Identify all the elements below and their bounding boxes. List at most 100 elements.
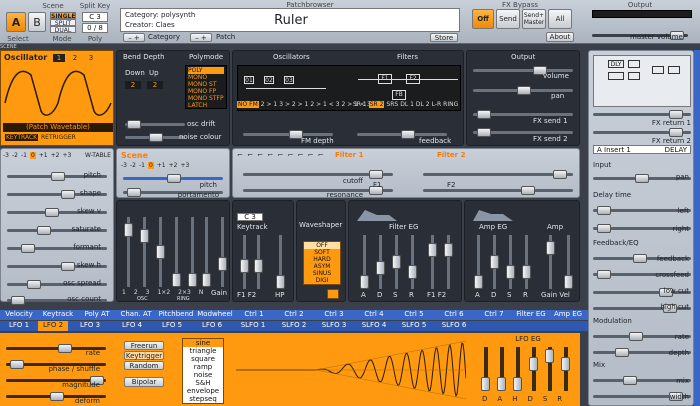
scene-mode-split[interactable]: SPLIT [50,19,76,27]
lfo-random-button[interactable]: Random [124,361,164,370]
mod-source-slfo-1[interactable]: SLFO 1 [232,321,274,331]
scene-pitch-slider[interactable] [123,174,223,183]
mod-source-velocity[interactable]: Velocity [0,310,38,320]
osc-select-1[interactable]: 1 [53,54,65,62]
mixer-ring12-slider[interactable] [172,217,181,287]
mod-source-lfo-3[interactable]: LFO 3 [68,321,112,331]
fm-depth-slider[interactable] [243,130,333,139]
scene-a-button[interactable]: A [6,12,26,32]
mixer-noise-slider[interactable] [202,217,211,287]
polymode-selector[interactable]: POLY MONO MONO ST MONO FP MONO STFP LATC… [185,65,227,109]
lfo-shape-selector[interactable]: sine triangle square ramp noise S&H enve… [182,338,224,404]
mod-source-slfo-5[interactable]: SLFO 5 [394,321,434,331]
mod-source-ctrl-1[interactable]: Ctrl 1 [234,310,274,320]
fx-bypass-off-button[interactable]: Off [472,9,494,29]
keytrack-toggle[interactable]: KEYTRACK [5,134,39,141]
mod-source-amp-eg[interactable]: Amp EG [548,310,588,320]
octave-option[interactable]: 0 [29,152,36,159]
mod-source-slfo-3[interactable]: SLFO 3 [314,321,354,331]
lfo-shape-option[interactable]: S&H [183,379,223,387]
lfo-eg-release-slider[interactable] [561,347,570,391]
filter1-type-icons[interactable]: ⌐ ⌐ ⌐ ⌐ ⌐ ⌐ ⌐ ⌐ ⌐ [237,151,325,159]
lfo-shape-option[interactable]: sine [183,339,223,347]
amp-eg-sustain-slider[interactable] [506,235,515,289]
lfo-shape-option[interactable]: square [183,355,223,363]
waveshaper-curve-icon[interactable] [327,289,339,299]
amp-vel-slider[interactable] [564,235,573,289]
mod-source-lfo-5[interactable]: LFO 5 [152,321,192,331]
scene-b-button[interactable]: B [28,12,46,32]
waveshaper-selector[interactable]: OFF SOFT HARD ASYM SINUS DIGI [303,241,341,285]
category-prev-next[interactable]: – + [123,33,145,42]
filter-eg-decay-slider[interactable] [376,235,385,289]
lfo-keytrigger-button[interactable]: Keytrigger [124,351,164,360]
lfo-bipolar-button[interactable]: Bipolar [124,377,164,387]
osc-routing-option[interactable]: 2 > 1 < 3 [310,101,339,108]
mod-source-slfo-4[interactable]: SLFO 4 [354,321,394,331]
lfo-eg-sustain-slider[interactable] [545,347,554,391]
fx-slot-delay[interactable]: DLY [608,60,624,68]
scene-mode-single[interactable]: SINGLE [50,12,76,20]
mod-source-filter-eg[interactable]: Filter EG [514,310,548,320]
filter-routing-option[interactable]: SR 1 [353,101,367,108]
mod-source-ctrl-2[interactable]: Ctrl 2 [274,310,314,320]
octave-option[interactable]: +2 [51,152,60,159]
amp-eg-release-slider[interactable] [522,235,531,289]
octave-option[interactable]: +3 [181,162,190,169]
osc-select-3[interactable]: 3 [85,54,97,62]
octave-option[interactable]: +3 [63,152,72,159]
patch-prev-next[interactable]: – + [190,33,212,42]
mod-source-ctrl-5[interactable]: Ctrl 5 [394,310,434,320]
osc-routing-option[interactable]: 2 > 1 [261,101,277,108]
mixer-osc3-slider[interactable] [156,217,165,287]
keytrack-f2-slider[interactable] [254,235,263,289]
octave-option[interactable]: +1 [157,162,166,169]
waveshaper-option[interactable]: ASYM [304,263,340,270]
waveshaper-option[interactable]: SOFT [304,249,340,256]
octave-option[interactable]: -2 [130,162,136,169]
polymode-option[interactable]: MONO FP [188,88,224,95]
octave-option[interactable]: -3 [3,152,9,159]
amp-eg-attack-slider[interactable] [474,235,483,289]
osc-type-selector[interactable]: (Patch Wavetable) [3,123,113,132]
waveshaper-option[interactable]: OFF [304,242,340,249]
noise-colour-slider[interactable] [125,133,185,142]
octave-option[interactable]: +1 [39,152,48,159]
fx-bypass-all-button[interactable]: All [548,9,572,29]
mixer-osc1-slider[interactable] [124,217,133,287]
lfo-eg-hold-slider[interactable] [513,347,522,391]
bend-up-value[interactable]: 2 [147,81,163,89]
filter-routing-option[interactable]: RING [443,101,458,108]
mod-source-ctrl-6[interactable]: Ctrl 6 [434,310,474,320]
waveshaper-option[interactable]: DIGI [304,277,340,284]
amp-gain-slider[interactable] [546,235,555,289]
osc-routing-option[interactable]: NO FM [237,101,259,108]
scene-mode-selector[interactable]: SINGLE SPLIT DUAL [50,12,76,34]
mod-source-ctrl-3[interactable]: Ctrl 3 [314,310,354,320]
filter-eg-release-slider[interactable] [408,235,417,289]
polymode-option[interactable]: MONO ST [188,81,224,88]
lfo-shape-option[interactable]: envelope [183,387,223,395]
fx-bypass-send-master-button[interactable]: Send+ Master [522,9,546,29]
store-button[interactable]: Store [430,33,458,42]
lfo-shape-option[interactable]: noise [183,371,223,379]
mod-source-lfo-6[interactable]: LFO 6 [192,321,232,331]
fx-return-1-slider[interactable] [593,110,691,119]
lfo-shape-option[interactable]: ramp [183,363,223,371]
waveshaper-option[interactable]: SINUS [304,270,340,277]
filter-routing-selector[interactable]: SR 1 SR 2 SRS DL 1 DL 2 L-R RING [353,101,458,108]
lfo-eg-decay-slider[interactable] [529,347,538,391]
fx-bypass-send-button[interactable]: Send [496,9,520,29]
octave-option[interactable]: -2 [12,152,18,159]
octave-option[interactable]: -1 [21,152,27,159]
fx-return-2-slider[interactable] [593,128,691,137]
osc-drift-slider[interactable] [125,120,185,129]
patch-display[interactable]: Category: polysynth Creator: Claes Ruler [120,8,460,32]
polymode-option[interactable]: LATCH [188,102,224,109]
hp-slider[interactable] [276,235,285,289]
mod-source-chan-at[interactable]: Chan. AT [116,310,156,320]
mixer-ring23-slider[interactable] [188,217,197,287]
mixer-gain-slider[interactable] [218,217,227,287]
filter2-resonance-slider[interactable] [423,186,573,195]
scene-octave-selector[interactable]: -3 -2 -1 0 +1 +2 +3 [121,162,189,169]
